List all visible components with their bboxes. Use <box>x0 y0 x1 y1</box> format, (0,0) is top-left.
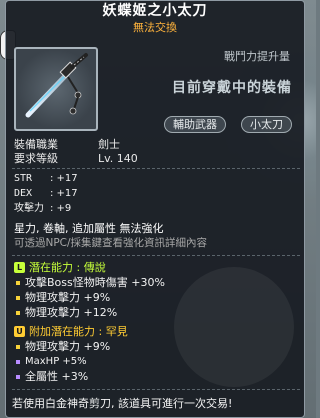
item-icon-frame <box>14 47 98 131</box>
bullet-icon <box>16 374 20 379</box>
item-name: 妖蝶姬之小太刀 <box>102 3 208 19</box>
bullet-icon <box>16 359 20 364</box>
unique-badge-icon: U <box>14 326 25 337</box>
bonus-potential-line-text: MaxHP +5% <box>25 356 87 367</box>
bullet-icon <box>16 280 20 285</box>
potential-header: L 潛在能力 : 傳說 <box>14 260 165 275</box>
bullet-icon <box>16 295 20 300</box>
enhancement-flags: 星力, 卷軸, 追加屬性 無法強化 可透過NPC/採集鍵查看強化資訊詳細內容 <box>14 221 207 251</box>
req-value: Lv. 140 <box>98 152 138 165</box>
bullet-icon <box>16 344 20 349</box>
divider <box>12 389 300 390</box>
stat-value: : +17 <box>50 173 78 184</box>
stat-value: : +9 <box>50 203 72 214</box>
bonus-potential-line: 物理攻擊力 +9% <box>14 339 128 354</box>
potential-line: 攻擊Boss怪物時傷害 +30% <box>14 275 165 290</box>
potential-line-text: 物理攻擊力 +9% <box>25 291 111 304</box>
divider <box>12 255 300 256</box>
potential-section: L 潛在能力 : 傳說 攻擊Boss怪物時傷害 +30% 物理攻擊力 +9% 物… <box>14 260 165 320</box>
katana-icon <box>25 53 88 118</box>
potential-line-text: 物理攻擊力 +12% <box>25 306 118 319</box>
bonus-potential-section: U 附加潛在能力 : 罕見 物理攻擊力 +9% MaxHP +5% 全屬性 +3… <box>14 324 128 384</box>
category-chip-secondary-weapon: 輔助武器 <box>164 116 226 133</box>
stat-label: DEX <box>14 188 33 199</box>
scissors-trade-notice: 若使用白金神奇剪刀, 該道具可進行一次交易! <box>12 397 233 410</box>
enhancement-restriction: 星力, 卷軸, 追加屬性 無法強化 <box>14 222 164 235</box>
tooltip-header: 妖蝶姬之小太刀 無法交換 <box>6 3 304 35</box>
req-value: 劍士 <box>98 138 120 151</box>
requirements: 裝備職業 劍士 要求等級 Lv. 140 <box>14 138 138 166</box>
stat-label: 攻擊力 <box>14 203 44 214</box>
stat-row-str: STR : +17 <box>14 171 78 186</box>
stat-label: STR <box>14 173 33 184</box>
item-tooltip: 妖蝶姬之小太刀 無法交換 戰鬥力提升量 目前穿戴中的裝備 輔助武器 小太刀 裝備… <box>5 0 305 418</box>
bonus-potential-title: 附加潛在能力 : 罕見 <box>29 325 128 338</box>
bonus-potential-line-text: 全屬性 +3% <box>25 370 89 383</box>
watermark <box>174 267 294 387</box>
divider <box>12 168 300 169</box>
bonus-potential-line: 全屬性 +3% <box>14 369 128 384</box>
potential-line-text: 攻擊Boss怪物時傷害 +30% <box>25 276 165 289</box>
potential-title: 潛在能力 : 傳說 <box>29 261 106 274</box>
bonus-potential-line: MaxHP +5% <box>14 354 128 369</box>
power-increase-label: 戰鬥力提升量 <box>224 50 290 63</box>
stat-row-attack: 攻擊力 : +9 <box>14 201 78 216</box>
bonus-potential-line-text: 物理攻擊力 +9% <box>25 340 111 353</box>
potential-line: 物理攻擊力 +9% <box>14 290 165 305</box>
stats-list: STR : +17 DEX : +17 攻擊力 : +9 <box>14 171 78 216</box>
req-row-level: 要求等級 Lv. 140 <box>14 152 138 166</box>
enhancement-hint: 可透過NPC/採集鍵查看強化資訊詳細內容 <box>14 237 208 249</box>
legendary-badge-icon: L <box>14 262 25 273</box>
equipped-notice: 目前穿戴中的裝備 <box>172 80 292 96</box>
category-chip-katana: 小太刀 <box>241 116 292 133</box>
req-label: 要求等級 <box>14 152 58 165</box>
stat-row-dex: DEX : +17 <box>14 186 78 201</box>
potential-line: 物理攻擊力 +12% <box>14 305 165 320</box>
bonus-potential-header: U 附加潛在能力 : 罕見 <box>14 324 128 339</box>
bullet-icon <box>16 310 20 315</box>
req-row-job: 裝備職業 劍士 <box>14 138 138 152</box>
req-label: 裝備職業 <box>14 138 58 151</box>
stat-value: : +17 <box>50 188 78 199</box>
trade-status: 無法交換 <box>133 21 177 34</box>
